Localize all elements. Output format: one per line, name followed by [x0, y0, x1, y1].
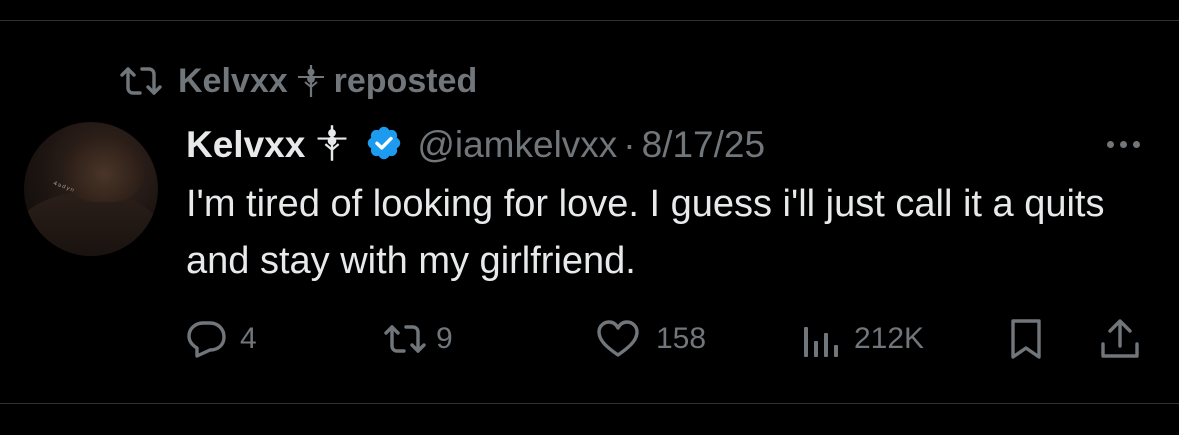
views-button[interactable]: 212K: [800, 314, 924, 364]
more-icon-dot: [1132, 140, 1140, 148]
reply-button[interactable]: 4: [186, 314, 257, 364]
share-icon: [1098, 317, 1142, 361]
author-handle[interactable]: @iamkelvxx: [417, 124, 617, 166]
tweet-header: Kelvxx @iamkelvxx · 8/17/25: [186, 120, 765, 170]
sigil-icon: [315, 123, 349, 168]
avatar-hair: [64, 132, 144, 202]
separator-dot: ·: [623, 124, 636, 165]
avatar[interactable]: ⁴ᵃᵈʸⁿ: [24, 122, 158, 256]
repost-count: 9: [436, 322, 453, 355]
heart-icon: [596, 319, 640, 359]
reposter-name[interactable]: Kelvxx: [178, 62, 288, 101]
action-bar: 4 9 158 212K: [186, 314, 1146, 364]
reply-count: 4: [240, 322, 257, 355]
views-count: 212K: [854, 322, 925, 355]
repost-label: reposted: [333, 61, 478, 100]
reply-icon: [186, 319, 228, 359]
more-options-button[interactable]: [1098, 126, 1148, 162]
top-divider: [0, 20, 1179, 21]
bookmark-icon: [1006, 317, 1046, 361]
repost-icon: [118, 64, 164, 98]
like-button[interactable]: 158: [596, 314, 706, 364]
share-button[interactable]: [1098, 314, 1142, 364]
repost-icon: [382, 321, 428, 357]
bookmark-button[interactable]: [1006, 314, 1046, 364]
like-count: 158: [656, 322, 707, 355]
repost-context: Kelvxx reposted: [118, 58, 477, 104]
tweet-date[interactable]: 8/17/25: [642, 124, 765, 166]
more-icon-dot: [1119, 140, 1127, 148]
author-name[interactable]: Kelvxx: [186, 124, 305, 166]
bottom-divider: [0, 403, 1179, 404]
tweet-text: I'm tired of looking for love. I guess i…: [186, 183, 1105, 282]
more-icon-dot: [1106, 140, 1114, 148]
repost-button[interactable]: 9: [382, 314, 453, 364]
sigil-icon: [296, 63, 326, 99]
verified-badge-icon: [365, 124, 403, 167]
views-icon: [800, 319, 842, 359]
